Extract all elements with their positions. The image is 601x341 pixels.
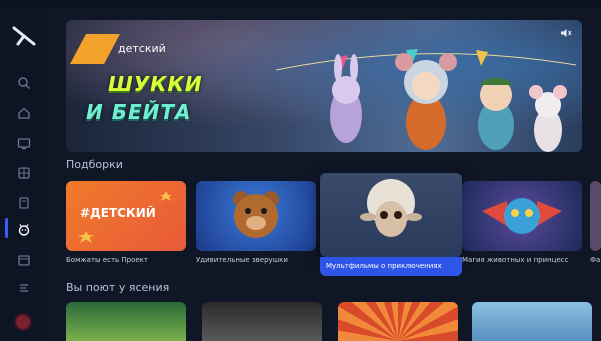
home-icon[interactable] — [17, 105, 31, 119]
card-partial[interactable] — [590, 181, 601, 251]
sheep-illustration — [360, 179, 422, 237]
calendar-icon[interactable] — [17, 252, 31, 266]
card-label: Бомжаты есть Проект — [66, 256, 148, 264]
card-badge-text: #ДЕТСКИЙ — [80, 206, 156, 220]
continue-card-3[interactable] — [338, 302, 458, 341]
hero-banner[interactable]: детский ШУККИ И БЕЙТА — [66, 20, 582, 152]
search-icon[interactable] — [17, 75, 31, 89]
card-label: Удивительные зверушки — [196, 256, 288, 264]
hero-title-line1: ШУККИ — [108, 72, 203, 96]
continue-title: Вы поют у ясения — [66, 281, 170, 294]
category-stripe — [70, 34, 120, 64]
app-logo-icon[interactable] — [12, 26, 36, 46]
series-icon[interactable] — [17, 195, 31, 209]
top-bar — [0, 0, 601, 8]
card-bear[interactable] — [196, 181, 316, 251]
dragon-illustration — [482, 198, 562, 234]
sound-icon[interactable] — [560, 28, 572, 38]
sidebar — [0, 8, 46, 341]
hero-title-line2: И БЕЙТА — [86, 100, 192, 124]
featured-card-label[interactable]: Мультфильмы о приключениях — [320, 257, 462, 276]
card-label: Фан — [590, 256, 601, 264]
card-kids-badge[interactable]: #ДЕТСКИЙ — [66, 181, 186, 251]
sports-icon[interactable] — [17, 280, 31, 294]
movie-icon[interactable] — [17, 165, 31, 179]
kids-icon[interactable] — [17, 222, 31, 236]
continue-card-4[interactable] — [472, 302, 592, 341]
collections-title: Подборки — [66, 158, 123, 171]
hero-category: детский — [118, 42, 166, 55]
continue-card-2[interactable] — [202, 302, 322, 341]
profile-avatar[interactable] — [16, 315, 30, 329]
bear-illustration — [233, 191, 279, 238]
card-sheep-featured[interactable] — [320, 173, 462, 257]
card-label: Магия животных и принцесс — [462, 256, 569, 264]
tv-icon[interactable] — [17, 135, 31, 150]
active-nav-marker — [5, 218, 8, 238]
continue-card-1[interactable] — [66, 302, 186, 341]
hero-characters-illustration — [276, 49, 576, 152]
card-dragon[interactable] — [462, 181, 582, 251]
